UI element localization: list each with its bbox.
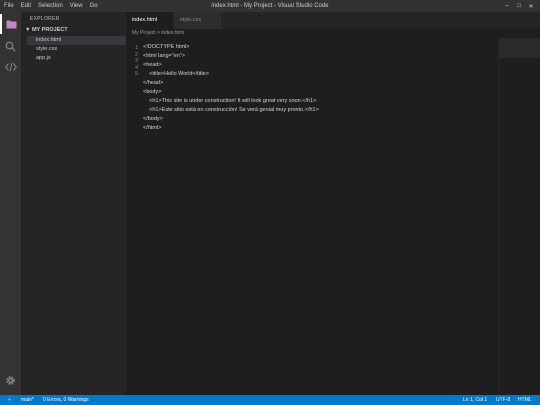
line-numbers: 1 2 3 4 5 xyxy=(126,45,138,78)
code-line: <head> xyxy=(143,62,162,68)
settings-gear-icon xyxy=(6,375,15,385)
source-button[interactable] xyxy=(0,57,21,77)
menu-go[interactable]: Go xyxy=(90,3,98,9)
problems-status[interactable]: 0 Errors, 0 Warnings xyxy=(43,395,89,405)
close-button[interactable]: ✕ xyxy=(525,3,537,10)
code-line: </head> xyxy=(143,80,164,86)
encoding-status[interactable]: UTF-8 xyxy=(496,395,510,405)
code-line: <!DOCTYPE html> xyxy=(143,44,190,50)
code-line: </html> xyxy=(143,125,162,131)
menu-selection[interactable]: Selection xyxy=(38,3,63,9)
code-line: <h1>Este sitio está en construcción! Se … xyxy=(143,107,319,113)
file-app-js[interactable]: app.js xyxy=(27,54,126,63)
code-line: </body> xyxy=(143,116,163,122)
search-icon xyxy=(5,41,16,52)
explorer-title: EXPLORER xyxy=(30,16,60,22)
branch-icon: ⑂ xyxy=(8,397,12,403)
minimap-slider[interactable] xyxy=(499,38,540,58)
code-line: <h1>This site is under construction! It … xyxy=(143,98,317,104)
code-line: <html lang="en"> xyxy=(143,53,185,59)
menu-file[interactable]: File xyxy=(4,3,14,9)
file-style-css[interactable]: style.css xyxy=(27,45,126,54)
minimize-button[interactable]: – xyxy=(501,3,513,9)
tab-index-html[interactable]: index.html xyxy=(126,12,173,29)
status-bar: ⑂ main* 0 Errors, 0 Warnings Ln 1, Col 1… xyxy=(0,395,540,405)
language-mode[interactable]: HTML xyxy=(518,395,532,405)
line-number: 5 xyxy=(134,71,138,77)
files-icon xyxy=(6,20,17,29)
explorer-button[interactable] xyxy=(0,14,21,34)
code-icon xyxy=(4,62,17,72)
settings-button[interactable] xyxy=(0,370,21,390)
explorer-sidebar: EXPLORER ▼ MY PROJECT index.html style.c… xyxy=(21,12,126,395)
editor-tabs: index.html style.css xyxy=(126,12,540,29)
code-line: <title>Hello World</title> xyxy=(143,71,209,77)
menu-bar: File Edit Selection View Go xyxy=(0,3,105,9)
file-index-html[interactable]: index.html xyxy=(27,36,126,45)
tab-style-css[interactable]: style.css xyxy=(174,12,221,29)
code-text[interactable]: <!DOCTYPE html> <html lang="en"> <head> … xyxy=(143,43,319,133)
activity-bar xyxy=(0,12,21,395)
code-editor[interactable]: 1 2 3 4 5 <!DOCTYPE html> <html lang="en… xyxy=(126,37,540,395)
maximize-button[interactable]: □ xyxy=(513,3,525,9)
search-button[interactable] xyxy=(0,36,21,56)
branch-status[interactable]: main* xyxy=(21,395,34,405)
window-controls: – □ ✕ xyxy=(501,0,537,12)
project-folder[interactable]: ▼ MY PROJECT xyxy=(25,27,68,33)
code-line: <body> xyxy=(143,89,162,95)
breadcrumb[interactable]: My Project > index.html xyxy=(132,30,184,36)
menu-view[interactable]: View xyxy=(70,3,83,9)
menu-edit[interactable]: Edit xyxy=(21,3,31,9)
minimap[interactable] xyxy=(498,37,540,395)
title-bar: File Edit Selection View Go index.html -… xyxy=(0,0,540,12)
cursor-position[interactable]: Ln 1, Col 1 xyxy=(463,395,487,405)
